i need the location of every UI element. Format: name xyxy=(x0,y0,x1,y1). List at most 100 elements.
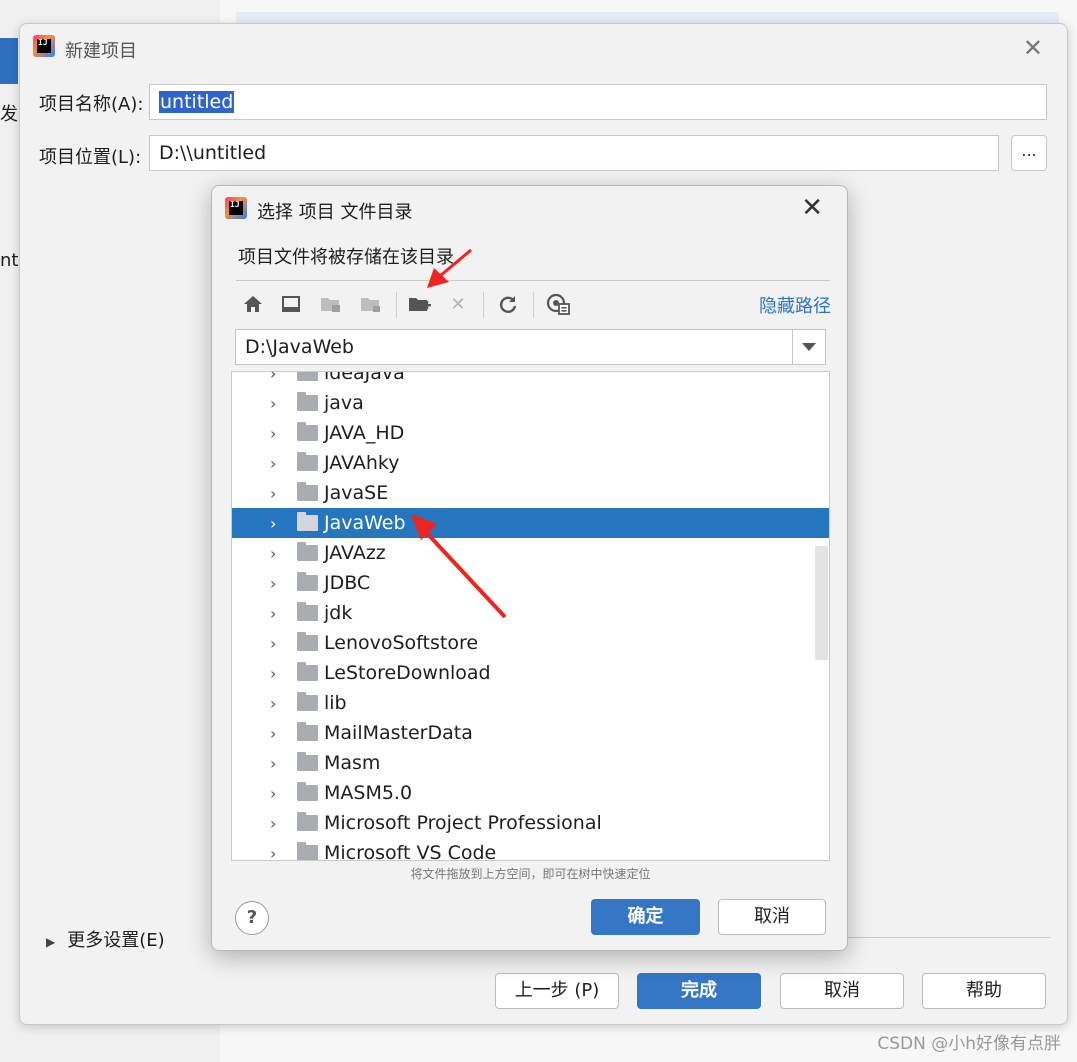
chevron-right-icon[interactable]: › xyxy=(270,844,282,861)
tree-row[interactable]: › ideaJava xyxy=(232,372,829,388)
tree-row[interactable]: › Microsoft Project Professional xyxy=(232,808,829,838)
more-settings-label: 更多设置(E) xyxy=(67,930,165,951)
folder-icon xyxy=(297,722,318,741)
watermark: CSDN @小h好像有点胖 xyxy=(877,1034,1061,1054)
chevron-right-icon[interactable]: › xyxy=(270,724,282,743)
chevron-right-icon[interactable]: › xyxy=(270,544,282,563)
chevron-right-icon[interactable]: › xyxy=(270,694,282,713)
tree-row[interactable]: › Microsoft VS Code xyxy=(232,838,829,861)
folder-icon xyxy=(297,632,318,651)
folder-icon xyxy=(297,392,318,411)
folder-icon xyxy=(297,692,318,711)
close-icon[interactable]: ✕ xyxy=(1023,34,1043,62)
chevron-right-icon[interactable]: › xyxy=(270,604,282,623)
intellij-icon: IJ xyxy=(33,35,55,57)
chevron-right-icon[interactable]: › xyxy=(270,664,282,683)
dialog-cancel-button[interactable]: 取消 xyxy=(718,899,826,935)
folder-icon xyxy=(297,812,318,831)
tree-row-label: JAVAzz xyxy=(324,542,386,564)
directory-tree[interactable]: › ideaJava › java › JAVA_HD › JAVAhky › JavaSE › Ja… xyxy=(231,371,830,861)
chevron-right-icon[interactable]: › xyxy=(270,454,282,473)
tree-row[interactable]: › JAVA_HD xyxy=(232,418,829,448)
folder-icon xyxy=(297,602,318,621)
desktop-icon[interactable] xyxy=(278,290,304,318)
chevron-right-icon[interactable]: › xyxy=(270,424,282,443)
tree-row-label: JavaSE xyxy=(324,482,389,504)
chevron-right-icon[interactable]: › xyxy=(270,784,282,803)
cancel-button[interactable]: 取消 xyxy=(780,973,904,1009)
intellij-icon: IJ xyxy=(225,197,247,219)
tree-row[interactable]: › MASM5.0 xyxy=(232,778,829,808)
tree-row-label: LeStoreDownload xyxy=(324,662,491,684)
tree-row[interactable]: › JavaWeb xyxy=(232,508,829,538)
tree-row[interactable]: › java xyxy=(232,388,829,418)
folder-icon xyxy=(297,482,318,501)
module-folder-icon[interactable] xyxy=(358,290,384,318)
project-name-input[interactable]: untitled xyxy=(149,84,1047,120)
tree-row-label: JavaWeb xyxy=(324,512,406,534)
folder-icon xyxy=(297,662,318,681)
divider xyxy=(848,937,1050,938)
toolbar-separator xyxy=(533,292,534,318)
drop-hint: 将文件拖放到上方空间，即可在树中快速定位 xyxy=(410,867,651,881)
folder-icon xyxy=(297,752,318,771)
tree-row[interactable]: › MailMasterData xyxy=(232,718,829,748)
chevron-right-icon[interactable]: › xyxy=(270,394,282,413)
tree-row-label: LenovoSoftstore xyxy=(324,632,479,654)
browse-button[interactable]: ... xyxy=(1011,135,1047,171)
background-text-fragment: 发 xyxy=(0,104,18,125)
path-value: D:\JavaWeb xyxy=(245,336,354,358)
tree-row-label: Microsoft VS Code xyxy=(324,842,497,861)
tree-row[interactable]: › JAVAhky xyxy=(232,448,829,478)
new-folder-icon[interactable] xyxy=(407,290,433,318)
home-icon[interactable] xyxy=(240,290,266,318)
vertical-scrollbar[interactable] xyxy=(815,546,828,660)
project-name-value: untitled xyxy=(159,91,235,113)
finish-button[interactable]: 完成 xyxy=(637,973,761,1009)
chevron-right-icon[interactable]: › xyxy=(270,814,282,833)
help-icon[interactable]: ? xyxy=(235,901,269,935)
divider xyxy=(236,280,830,281)
refresh-icon[interactable] xyxy=(495,290,521,318)
toolbar-separator xyxy=(396,292,397,318)
chevron-down-icon[interactable] xyxy=(792,330,825,364)
chevron-right-icon[interactable]: › xyxy=(270,484,282,503)
previous-button[interactable]: 上一步 (P) xyxy=(495,973,619,1009)
ok-button[interactable]: 确定 xyxy=(591,899,700,935)
folder-icon xyxy=(297,452,318,471)
folder-icon xyxy=(297,842,318,860)
tree-row[interactable]: › lib xyxy=(232,688,829,718)
chevron-right-icon[interactable]: › xyxy=(270,754,282,773)
show-hidden-icon[interactable] xyxy=(545,290,571,318)
tree-row-label: Microsoft Project Professional xyxy=(324,812,602,834)
tree-row[interactable]: › LeStoreDownload xyxy=(232,658,829,688)
close-icon[interactable]: ✕ xyxy=(801,193,823,223)
more-settings-toggle[interactable]: ▶ 更多设置(E) xyxy=(46,926,165,952)
hide-path-link[interactable]: 隐藏路径 xyxy=(759,292,831,318)
folder-icon xyxy=(297,512,318,531)
project-location-label: 项目位置(L): xyxy=(39,147,142,168)
window-title: 新建项目 xyxy=(65,41,137,62)
tree-row[interactable]: › Masm xyxy=(232,748,829,778)
chevron-right-icon[interactable]: › xyxy=(270,574,282,593)
tree-row[interactable]: › LenovoSoftstore xyxy=(232,628,829,658)
tree-row-label: jdk xyxy=(324,602,353,624)
directory-tree-list: › ideaJava › java › JAVA_HD › JAVAhky › JavaSE › Ja… xyxy=(232,372,829,861)
folder-icon xyxy=(297,372,318,381)
help-button[interactable]: 帮助 xyxy=(922,973,1046,1009)
tree-row[interactable]: › jdk xyxy=(232,598,829,628)
path-combobox[interactable]: D:\JavaWeb xyxy=(235,329,826,365)
tree-row[interactable]: › JAVAzz xyxy=(232,538,829,568)
dialog-title: 选择 项目 文件目录 xyxy=(257,202,413,223)
tree-row[interactable]: › JDBC xyxy=(232,568,829,598)
tree-row-label: Masm xyxy=(324,752,381,774)
chevron-right-icon[interactable]: › xyxy=(270,372,282,383)
project-folder-icon[interactable] xyxy=(318,290,344,318)
chevron-right-icon[interactable]: › xyxy=(270,634,282,653)
triangle-right-icon: ▶ xyxy=(46,935,56,949)
tree-row[interactable]: › JavaSE xyxy=(232,478,829,508)
project-location-input[interactable]: D:\\untitled xyxy=(149,135,999,171)
chevron-right-icon[interactable]: › xyxy=(270,514,282,533)
delete-icon[interactable]: ✕ xyxy=(445,290,471,318)
tree-row-label: JAVAhky xyxy=(324,452,400,474)
